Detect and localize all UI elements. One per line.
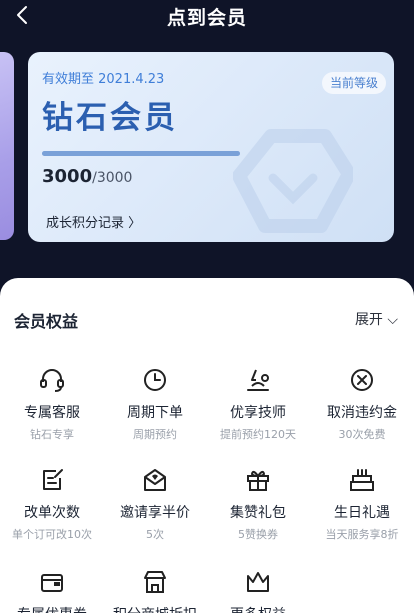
crown-icon: [247, 572, 269, 592]
invite-mail-icon: [144, 469, 166, 491]
benefit-label: 取消违约金: [327, 405, 397, 421]
benefit-sub: 当天服务享8折: [325, 528, 399, 541]
benefit-item[interactable]: 更多权益: [206, 568, 310, 613]
expand-button[interactable]: 展开 ⌵: [355, 309, 398, 329]
clock-icon: [144, 369, 166, 391]
benefit-label: 改单次数: [24, 505, 80, 521]
wallet-icon: [41, 574, 63, 592]
benefit-item[interactable]: 周期下单 周期预约: [103, 366, 207, 442]
growth-points: 3000/3000: [42, 166, 132, 187]
points-max: 3000: [96, 170, 133, 186]
growth-record-link[interactable]: 成长积分记录 〉: [46, 212, 141, 231]
benefit-sub: 钻石专享: [30, 428, 74, 441]
benefit-label: 邀请享半价: [120, 505, 190, 521]
validity-date: 有效期至 2021.4.23: [42, 72, 165, 87]
benefits-panel: 会员权益 展开 ⌵ 专属客服 钻石专享 周期下单 周期预约 优享技师 提前预约1…: [0, 278, 414, 613]
level-name: 钻石会员: [42, 100, 178, 136]
benefit-item[interactable]: 专属优惠券: [0, 568, 104, 613]
benefit-item[interactable]: 积分商城折扣: [103, 568, 207, 613]
benefit-sub: 5赞换券: [238, 528, 278, 541]
benefit-item[interactable]: 改单次数 单个订可改10次: [0, 466, 104, 542]
header-area: 点到会员 有效期至 2021.4.23 当前等级 钻石会员 3000/3000 …: [0, 0, 414, 300]
points-current: 3000: [42, 166, 93, 187]
benefit-item[interactable]: 邀请享半价 5次: [103, 466, 207, 542]
benefit-item[interactable]: 生日礼遇 当天服务享8折: [310, 466, 414, 542]
benefit-item[interactable]: 取消违约金 30次免费: [310, 366, 414, 442]
benefit-label: 生日礼遇: [334, 505, 390, 521]
cancel-icon: [351, 369, 373, 391]
benefit-label: 积分商城折扣: [103, 604, 207, 613]
benefit-label: 周期下单: [127, 405, 183, 421]
benefit-item[interactable]: 集赞礼包 5赞换券: [206, 466, 310, 542]
benefit-label: 更多权益: [206, 604, 310, 613]
benefit-sub: 30次免费: [338, 428, 386, 441]
benefit-label: 集赞礼包: [230, 505, 286, 521]
current-level-badge: 当前等级: [321, 72, 386, 94]
membership-card[interactable]: 有效期至 2021.4.23 当前等级 钻石会员 3000/3000 成长积分记…: [28, 52, 394, 242]
previous-level-card[interactable]: [0, 52, 14, 240]
diamond-emblem-icon: [233, 129, 353, 233]
benefit-label: 专属客服: [24, 405, 80, 421]
benefit-label: 专属优惠券: [0, 604, 104, 613]
benefits-title: 会员权益: [14, 312, 79, 331]
store-icon: [144, 571, 166, 593]
technician-icon: [247, 369, 269, 391]
benefit-sub: 周期预约: [133, 428, 177, 441]
growth-progress-bar: [42, 151, 240, 156]
headset-icon: [40, 369, 64, 392]
birthday-cake-icon: [350, 469, 374, 491]
edit-order-icon: [43, 469, 63, 490]
benefit-sub: 提前预约120天: [220, 428, 296, 441]
benefit-label: 优享技师: [230, 405, 286, 421]
benefit-sub: 5次: [146, 528, 164, 541]
benefit-sub: 单个订可改10次: [12, 528, 92, 541]
benefit-item[interactable]: 优享技师 提前预约120天: [206, 366, 310, 442]
benefit-item[interactable]: 专属客服 钻石专享: [0, 366, 104, 442]
growth-progress-fill: [42, 151, 240, 156]
gift-icon: [247, 470, 269, 491]
page-title: 点到会员: [166, 7, 247, 29]
